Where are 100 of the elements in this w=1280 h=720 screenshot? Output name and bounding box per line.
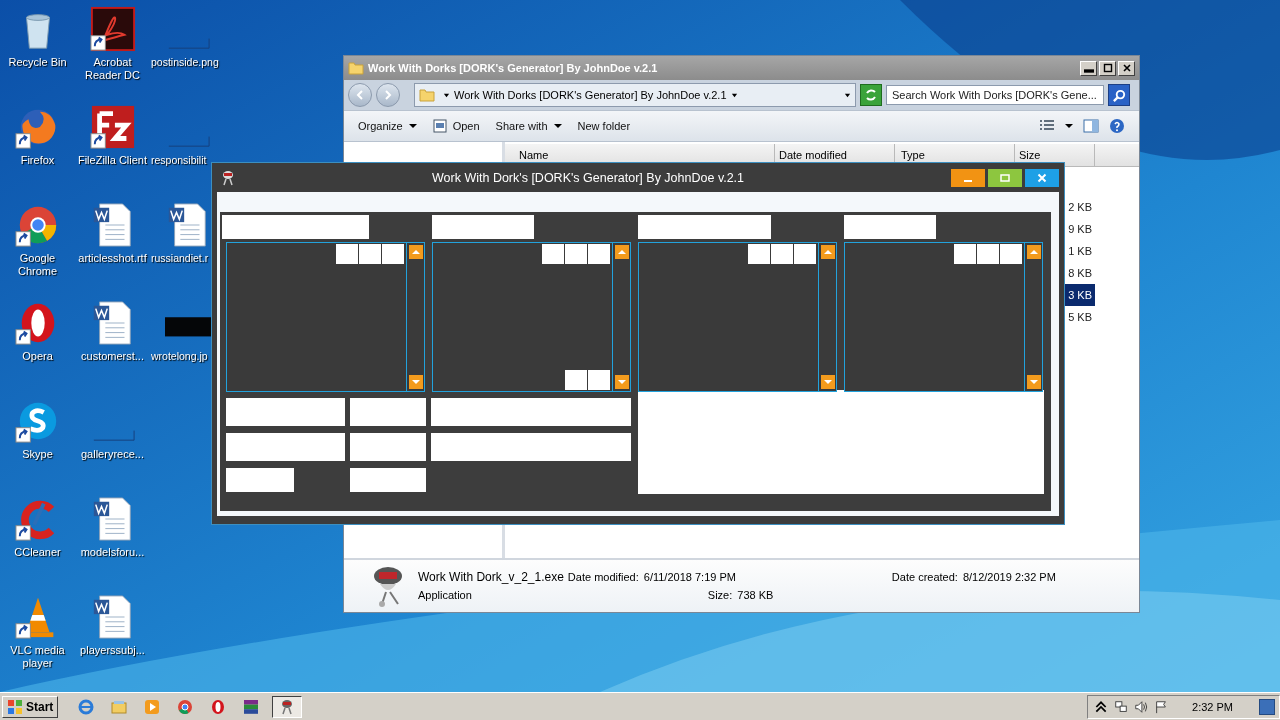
input-field[interactable] bbox=[431, 398, 631, 426]
list-box[interactable] bbox=[226, 242, 425, 392]
scrollbar[interactable] bbox=[818, 243, 836, 391]
scroll-down-button[interactable] bbox=[1026, 375, 1041, 389]
caret-icon bbox=[408, 122, 417, 130]
input-field[interactable] bbox=[431, 433, 631, 461]
list-header-cell[interactable] bbox=[359, 244, 381, 264]
folder-icon bbox=[348, 60, 364, 76]
taskbar-app-button[interactable] bbox=[272, 696, 303, 718]
icon-label: responsibilit bbox=[150, 154, 207, 167]
maximize-button[interactable] bbox=[1099, 60, 1116, 76]
icon-label: russiandiet.r bbox=[150, 252, 209, 265]
list-header-cell[interactable] bbox=[977, 244, 999, 264]
property-label: Date modified: bbox=[567, 571, 639, 583]
caret-icon bbox=[553, 122, 562, 130]
file-size: 5 KB bbox=[1067, 310, 1093, 325]
search-field[interactable]: Search Work With Dorks [DORK's Gene... bbox=[886, 85, 1104, 105]
toolbar-button[interactable]: Organize bbox=[352, 117, 423, 135]
list-header-cell[interactable] bbox=[771, 244, 793, 264]
list-cell[interactable] bbox=[588, 370, 610, 390]
close-button[interactable] bbox=[1025, 168, 1059, 187]
speaker-icon[interactable] bbox=[1134, 700, 1149, 714]
app-icon bbox=[220, 169, 236, 186]
caret-icon[interactable] bbox=[1065, 122, 1073, 130]
icon-label: Acrobat Reader DC bbox=[84, 56, 141, 82]
breadcrumb[interactable]: Work With Dorks [DORK's Generator] By JohnDoe v.2.1 bbox=[454, 89, 727, 101]
app-icon[interactable] bbox=[89, 104, 136, 150]
scrollbar[interactable] bbox=[612, 243, 630, 391]
scroll-down-button[interactable] bbox=[408, 375, 423, 389]
input-field[interactable] bbox=[350, 468, 426, 492]
list-header-cell[interactable] bbox=[794, 244, 816, 264]
input-field[interactable] bbox=[350, 398, 426, 426]
input-field[interactable] bbox=[226, 398, 345, 426]
refresh-icon bbox=[863, 87, 879, 103]
search-button[interactable] bbox=[1108, 84, 1130, 106]
dropdown-icon[interactable] bbox=[844, 91, 851, 99]
scroll-up-button[interactable] bbox=[408, 245, 423, 259]
file-size: 2 KB bbox=[1067, 200, 1093, 215]
list-header-cell[interactable] bbox=[588, 244, 610, 264]
toolbar-button[interactable]: Open bbox=[426, 116, 486, 136]
scroll-down-button[interactable] bbox=[820, 375, 835, 389]
search-icon bbox=[1111, 87, 1127, 103]
input-field[interactable] bbox=[226, 433, 345, 461]
file-size: 8 KB bbox=[1067, 266, 1093, 281]
list-header-cell[interactable] bbox=[336, 244, 358, 264]
maximize-button[interactable] bbox=[988, 168, 1022, 187]
icon-label: galleryrece... bbox=[80, 448, 145, 461]
input-field[interactable] bbox=[844, 215, 936, 239]
list-box[interactable] bbox=[432, 242, 631, 392]
icon-label: Google Chrome bbox=[16, 252, 59, 278]
start-button[interactable]: Start bbox=[2, 696, 59, 718]
list-header-cell[interactable] bbox=[954, 244, 976, 264]
maximize-icon bbox=[999, 171, 1011, 184]
list-header-cell[interactable] bbox=[565, 244, 587, 264]
list-header-cell[interactable] bbox=[382, 244, 404, 264]
scroll-up-button[interactable] bbox=[820, 245, 835, 259]
scrollbar[interactable] bbox=[406, 243, 424, 391]
help-icon[interactable] bbox=[1109, 118, 1125, 134]
back-button[interactable] bbox=[348, 83, 372, 107]
window-title: Work With Dorks [DORK's Generator] By JohnDoe v.2.1 bbox=[368, 62, 658, 74]
icon-label: Opera bbox=[21, 350, 54, 363]
window-title: Work With Dork's [DORK's Generator] By JohnDoe v.2.1 bbox=[432, 170, 745, 185]
input-field[interactable] bbox=[226, 468, 294, 492]
scroll-up-button[interactable] bbox=[1026, 245, 1041, 259]
list-cell[interactable] bbox=[565, 370, 587, 390]
file-size: 3 KB bbox=[1065, 284, 1095, 306]
property-label: Date created: bbox=[891, 571, 958, 583]
input-field[interactable] bbox=[222, 215, 369, 239]
scroll-up-button[interactable] bbox=[614, 245, 629, 259]
toolbar-button[interactable]: New folder bbox=[571, 117, 637, 135]
chevron-up-icon[interactable] bbox=[1094, 700, 1109, 714]
list-box[interactable] bbox=[638, 242, 837, 392]
list-header-cell[interactable] bbox=[1000, 244, 1022, 264]
window-icon bbox=[432, 119, 447, 133]
list-header-cell[interactable] bbox=[748, 244, 770, 264]
refresh-button[interactable] bbox=[860, 84, 882, 106]
icon-label: Skype bbox=[21, 448, 54, 461]
folder-icon bbox=[111, 699, 128, 715]
app-icon[interactable] bbox=[89, 6, 136, 52]
flag-icon[interactable] bbox=[1154, 700, 1169, 714]
file-type: Application bbox=[418, 589, 473, 601]
network-icon[interactable] bbox=[1114, 700, 1129, 714]
icon-label: modelsforu... bbox=[79, 546, 146, 559]
forward-button[interactable] bbox=[376, 83, 400, 107]
scroll-down-button[interactable] bbox=[614, 375, 629, 389]
minimize-button[interactable] bbox=[1080, 60, 1097, 76]
scrollbar[interactable] bbox=[1024, 243, 1042, 391]
close-button[interactable] bbox=[1118, 60, 1135, 76]
clock[interactable]: 2:32 PM bbox=[1192, 701, 1233, 713]
list-box[interactable] bbox=[844, 242, 1043, 392]
caret-icon bbox=[730, 91, 738, 99]
address-bar[interactable]: Work With Dorks [DORK's Generator] By JohnDoe v.2.1 bbox=[414, 83, 856, 107]
minimize-icon bbox=[1083, 66, 1094, 76]
list-header-cell[interactable] bbox=[542, 244, 564, 264]
property-label: Size: bbox=[707, 589, 733, 601]
toolbar-button[interactable]: Share with bbox=[489, 117, 568, 135]
input-field[interactable] bbox=[638, 215, 771, 239]
input-field[interactable] bbox=[432, 215, 534, 239]
minimize-button[interactable] bbox=[951, 168, 985, 187]
input-field[interactable] bbox=[350, 433, 426, 461]
